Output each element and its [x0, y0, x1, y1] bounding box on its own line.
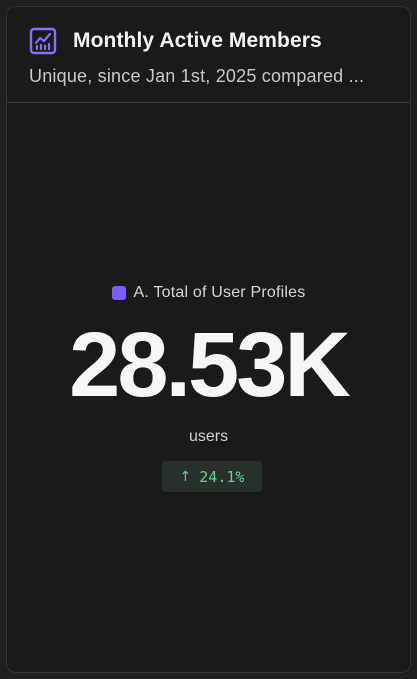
change-value: 24.1%: [199, 467, 245, 486]
series-legend: A. Total of User Profiles: [7, 284, 410, 302]
line-chart-icon: [29, 27, 57, 55]
metric-unit: users: [188, 428, 229, 445]
change-badge: ↑ 24.1%: [162, 461, 262, 492]
series-color-swatch: [111, 286, 126, 300]
arrow-up-icon: ↑: [179, 468, 192, 485]
card-subtitle: Unique, since Jan 1st, 2025 compared ...: [29, 66, 365, 86]
series-label: A. Total of User Profiles: [133, 284, 306, 301]
card-header: Monthly Active Members Unique, since Jan…: [7, 7, 410, 103]
title-row: Monthly Active Members: [29, 27, 322, 55]
card-title[interactable]: Monthly Active Members: [73, 29, 322, 53]
metric-value: 28.53K: [69, 314, 351, 416]
insight-card: Monthly Active Members Unique, since Jan…: [6, 6, 411, 673]
